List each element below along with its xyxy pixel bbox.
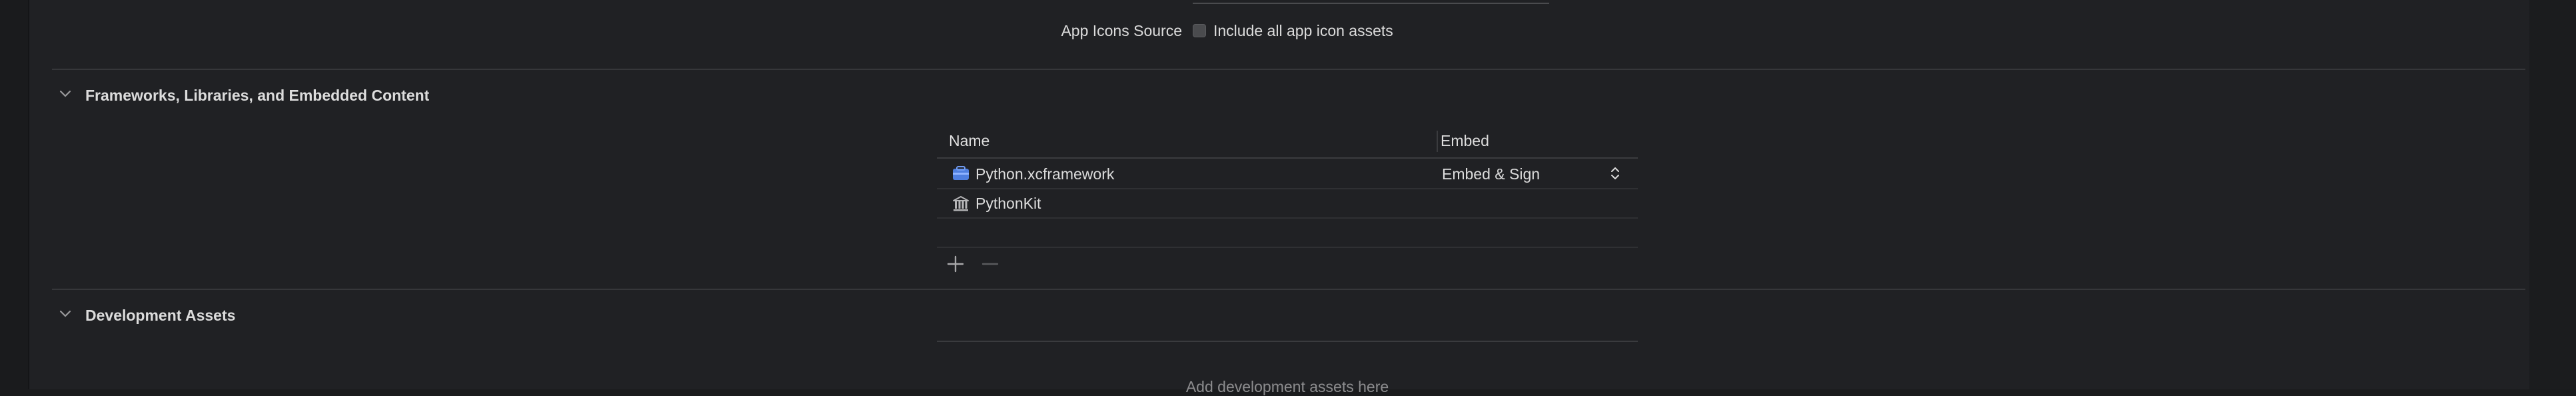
frameworks-table: Name Embed Python.xcframework Embed & Si… — [937, 127, 1638, 273]
library-icon — [952, 195, 970, 215]
scroll-gutter — [2529, 0, 2576, 389]
embed-popup-chevrons-icon[interactable] — [1610, 165, 1620, 181]
embed-popup-value[interactable]: Embed & Sign — [1442, 165, 1540, 183]
row-divider — [937, 217, 1638, 219]
include-app-icon-assets-label[interactable]: Include all app icon assets — [1213, 22, 1393, 40]
remove-icon[interactable] — [981, 255, 999, 277]
table-row[interactable]: PythonKit — [937, 189, 1638, 217]
partial-field[interactable] — [1193, 0, 1549, 4]
table-row[interactable]: Python.xcframework Embed & Sign — [937, 159, 1638, 188]
chevron-down-icon[interactable] — [59, 309, 72, 319]
add-icon[interactable] — [946, 255, 965, 277]
chevron-down-icon[interactable] — [59, 89, 72, 99]
column-divider[interactable] — [1437, 131, 1438, 152]
dev-assets-table-top — [937, 341, 1638, 342]
xcframework-icon — [952, 165, 970, 185]
frameworks-section-title: Frameworks, Libraries, and Embedded Cont… — [85, 87, 430, 104]
include-app-icon-assets-checkbox[interactable] — [1193, 24, 1206, 37]
column-header-name[interactable]: Name — [949, 132, 989, 150]
app-icons-source-label: App Icons Source — [1061, 22, 1182, 39]
pane-border — [28, 0, 29, 389]
section-divider — [52, 289, 2525, 290]
framework-name: PythonKit — [975, 195, 1041, 212]
section-divider — [52, 69, 2525, 70]
column-header-embed[interactable]: Embed — [1441, 132, 1489, 150]
table-bottom-divider — [937, 247, 1638, 248]
development-assets-section-title: Development Assets — [85, 307, 236, 324]
framework-name: Python.xcframework — [975, 165, 1115, 183]
dev-assets-placeholder: Add development assets here — [1185, 378, 1389, 395]
